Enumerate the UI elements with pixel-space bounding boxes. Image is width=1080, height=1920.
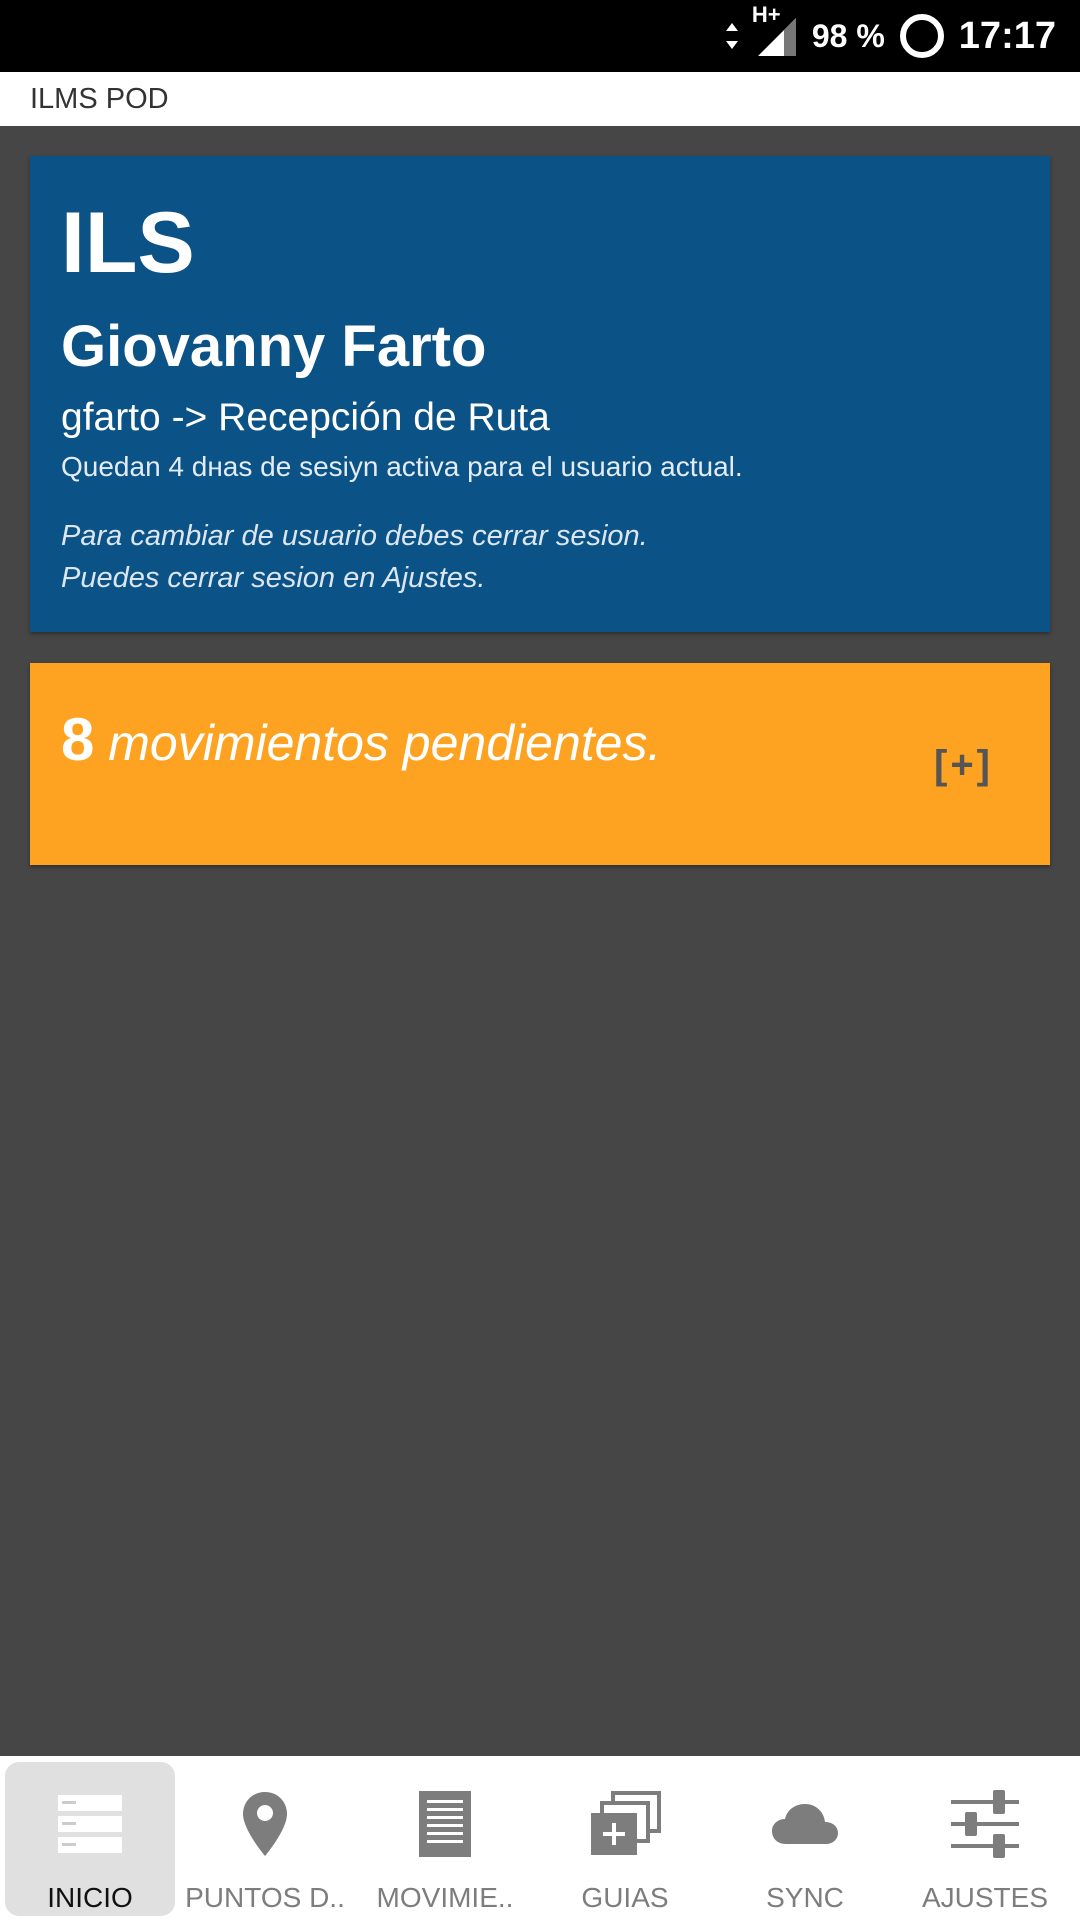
company-name: ILS <box>61 195 195 291</box>
logout-hint: Para cambiar de usuario debes cerrar ses… <box>61 515 1020 599</box>
network-type-label: H+ <box>751 2 781 27</box>
add-stack-icon <box>585 1784 665 1864</box>
nav-item-ajustes[interactable]: AJUSTES <box>895 1756 1075 1920</box>
pending-count: 8 <box>61 706 95 773</box>
app-title: ILMS POD <box>30 82 169 115</box>
bottom-navigation: INICIO PUNTOS D.. MOVIMIE.. GUIAS SYNC A… <box>0 1756 1080 1920</box>
battery-ring-icon <box>899 13 945 59</box>
user-full-name: Giovanny Farto <box>61 314 487 379</box>
main-content: ILS Giovanny Farto gfarto -> Recepción d… <box>0 126 1080 1756</box>
nav-label-guias: GUIAS <box>581 1882 669 1913</box>
nav-label-inicio: INICIO <box>47 1882 133 1913</box>
nav-label-sync: SYNC <box>766 1882 844 1913</box>
pending-movements-card[interactable]: 8 movimientos pendientes. [+] <box>30 663 1050 865</box>
status-bar: H+ 98 % 17:17 <box>0 0 1080 72</box>
logout-hint-line-2: Puedes cerrar sesion en Ajustes. <box>61 561 486 594</box>
pending-movements-text: 8 movimientos pendientes. <box>61 705 661 774</box>
sliders-icon <box>945 1784 1025 1864</box>
nav-item-guias[interactable]: GUIAS <box>535 1756 715 1920</box>
nav-item-inicio[interactable]: INICIO <box>5 1762 175 1916</box>
nav-label-movimientos: MOVIMIE.. <box>376 1882 514 1913</box>
app-title-bar: ILMS POD <box>0 72 1080 126</box>
battery-percent: 98 % <box>811 17 885 54</box>
map-pin-icon <box>225 1784 305 1864</box>
nav-item-movimientos[interactable]: MOVIMIE.. <box>355 1756 535 1920</box>
logout-hint-line-1: Para cambiar de usuario debes cerrar ses… <box>61 519 648 552</box>
document-icon <box>405 1784 485 1864</box>
nav-label-puntos: PUNTOS D.. <box>185 1882 345 1913</box>
pending-label: movimientos pendientes. <box>94 715 662 771</box>
clock: 17:17 <box>958 14 1056 57</box>
user-info-card: ILS Giovanny Farto gfarto -> Recepción d… <box>30 156 1050 632</box>
session-remaining-text: Quedan 4 dнas de sesiyn activa para el u… <box>61 450 743 482</box>
signal-icon: H+ <box>752 2 798 58</box>
cloud-icon <box>765 1784 845 1864</box>
nav-item-puntos[interactable]: PUNTOS D.. <box>175 1756 355 1920</box>
nav-item-sync[interactable]: SYNC <box>715 1756 895 1920</box>
nav-label-ajustes: AJUSTES <box>921 1882 1049 1913</box>
data-transfer-icon <box>724 21 740 51</box>
user-role: gfarto -> Recepción de Ruta <box>61 396 550 439</box>
home-list-icon <box>50 1784 130 1864</box>
expand-button[interactable]: [+] <box>934 743 993 788</box>
